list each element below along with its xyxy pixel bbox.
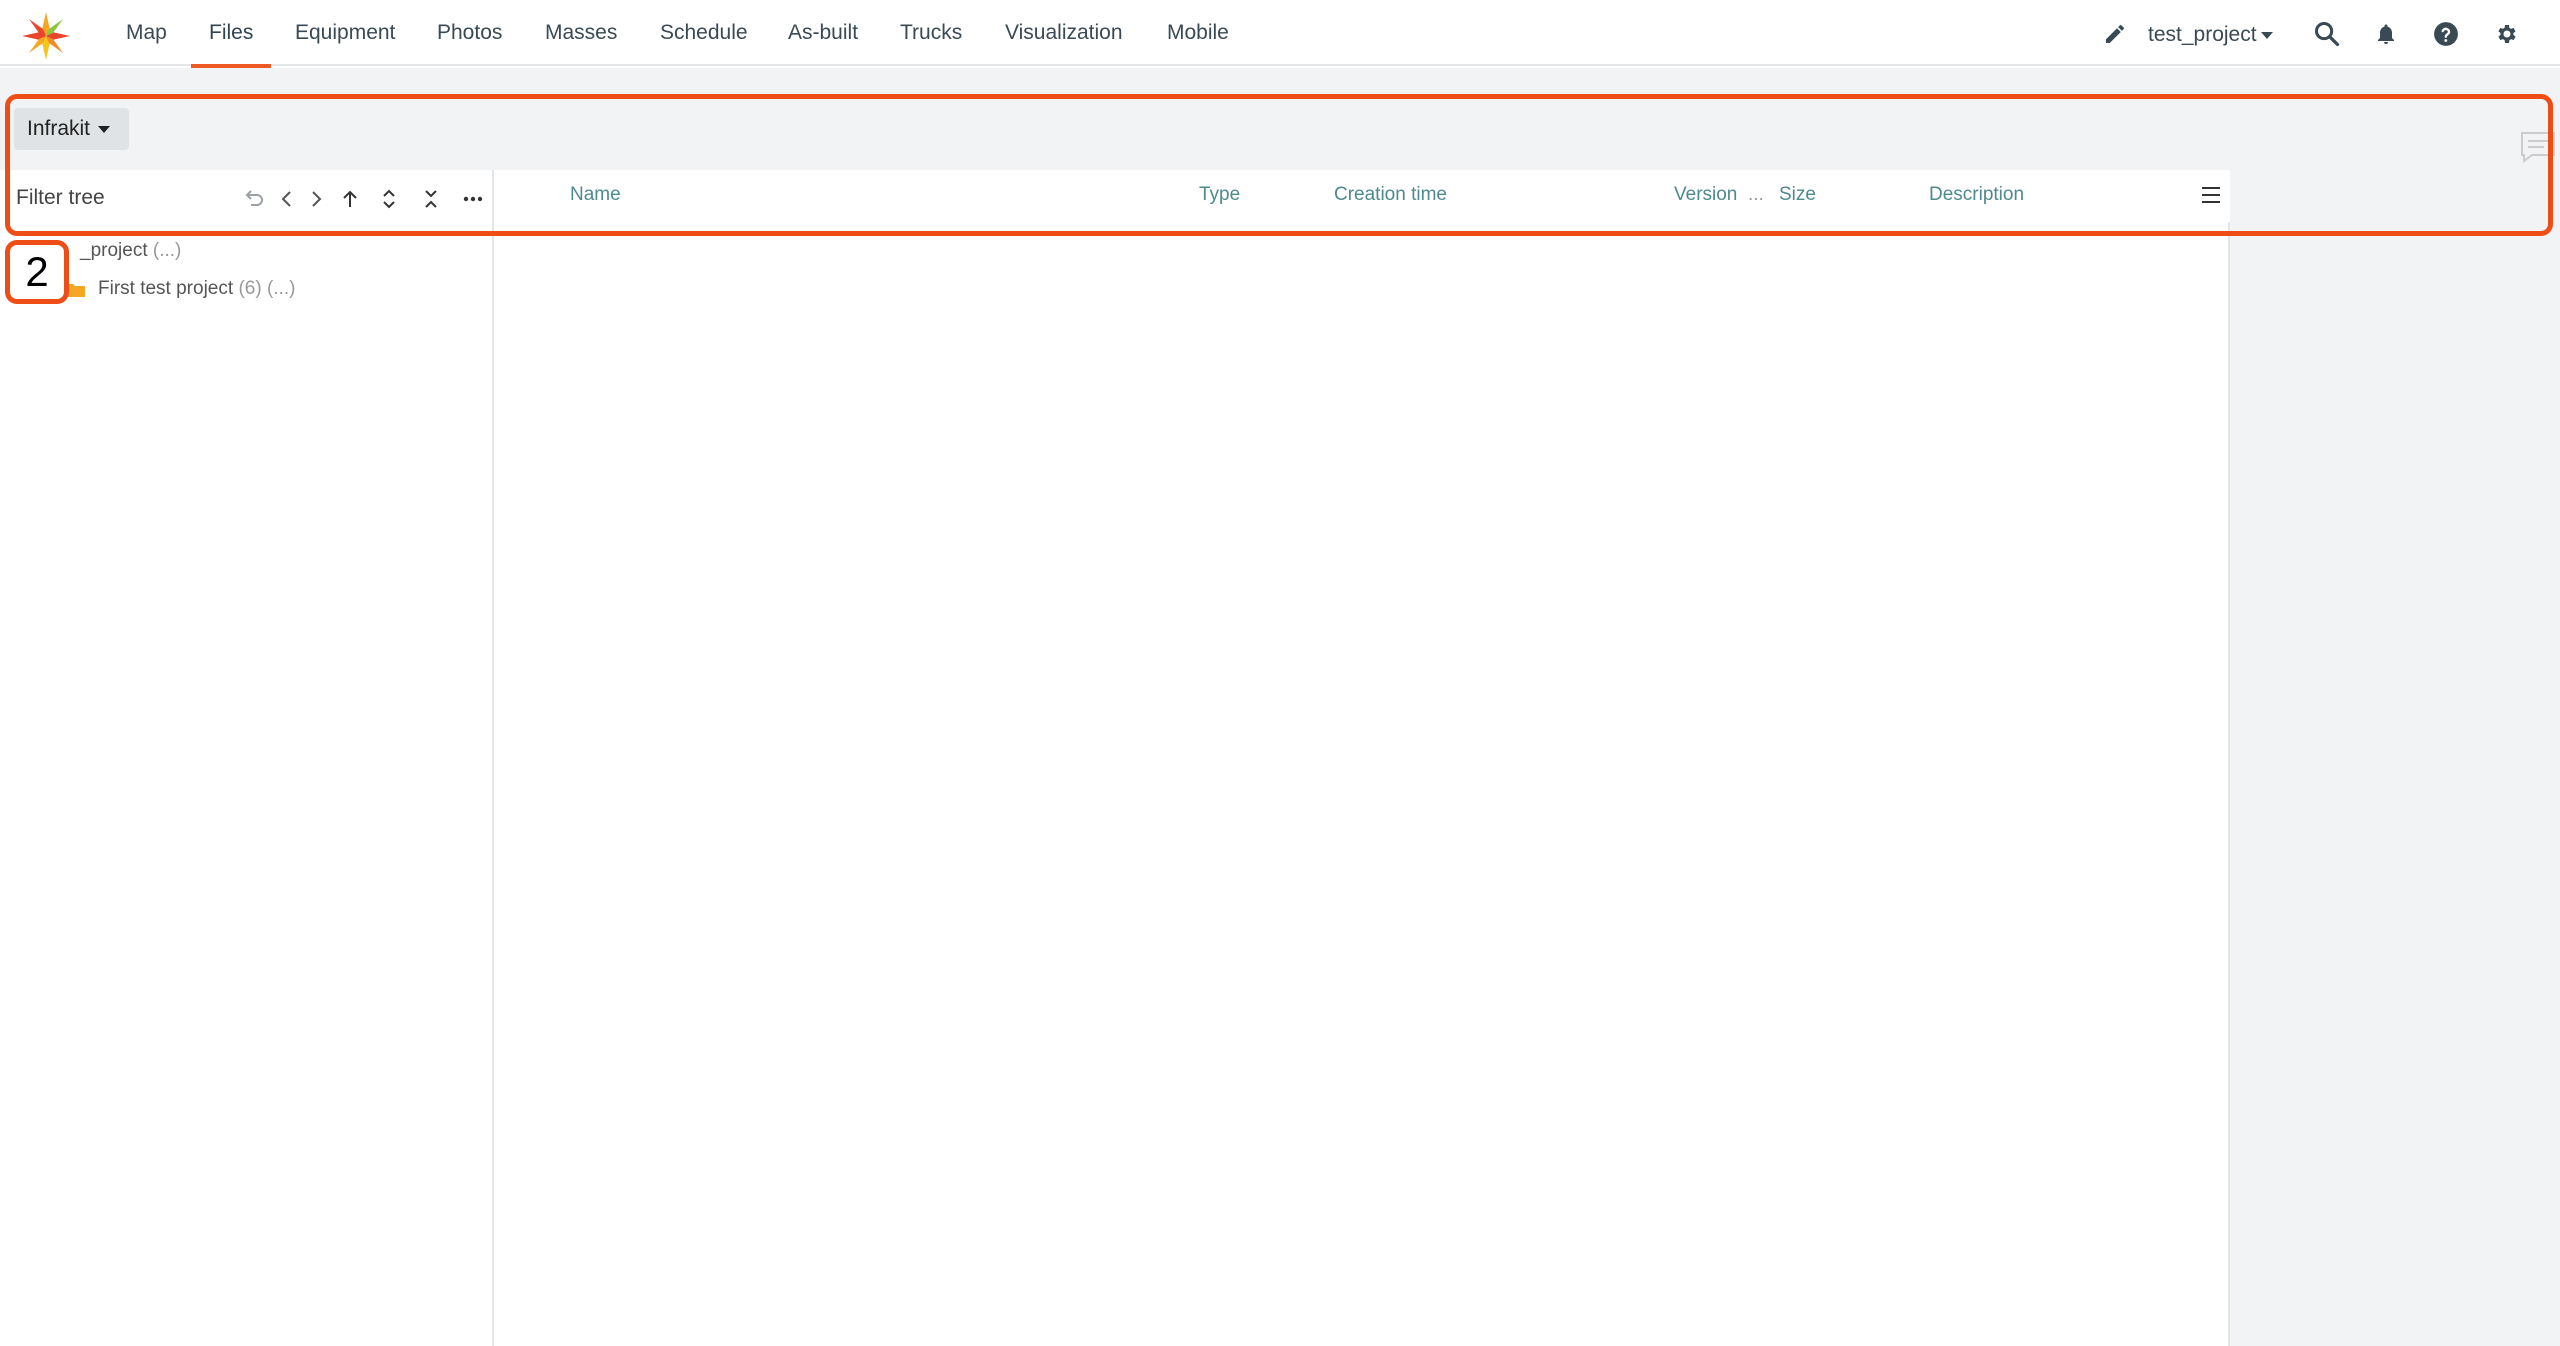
tree-node-more: (...) (152, 240, 182, 261)
details-panel (2230, 170, 2560, 1346)
column-version[interactable]: Version (1674, 184, 1737, 206)
column-type[interactable]: Type (1199, 184, 1240, 206)
column-menu-icon[interactable] (2200, 184, 2222, 206)
tree-node-root[interactable]: _project (...) (80, 240, 181, 262)
tree-node-count: (6) (238, 278, 262, 299)
up-icon[interactable] (337, 186, 363, 212)
comment-icon[interactable] (2518, 130, 2558, 164)
top-navigation: Map Files Equipment Photos Masses Schedu… (0, 0, 2560, 68)
nav-visualization[interactable]: Visualization (1005, 0, 1123, 66)
column-size[interactable]: Size (1779, 184, 1816, 206)
folder-icon (67, 284, 85, 297)
folder-tree-panel (0, 170, 494, 1346)
chevron-down-icon (2260, 31, 2273, 39)
source-label: Infrakit (27, 117, 91, 140)
tree-node-label: First test project (98, 278, 234, 299)
expand-icon[interactable] (376, 186, 402, 212)
gear-icon[interactable] (2494, 22, 2518, 46)
nav-files[interactable]: Files (190, 0, 272, 68)
collapse-icon[interactable] (418, 186, 444, 212)
nav-as-built[interactable]: As-built (788, 0, 858, 66)
more-icon[interactable] (460, 186, 486, 212)
bell-icon[interactable] (2374, 22, 2398, 46)
infrakit-logo-icon[interactable] (20, 10, 72, 62)
pencil-icon[interactable] (2103, 22, 2127, 46)
file-list (494, 222, 2230, 1346)
source-dropdown[interactable]: Infrakit (14, 108, 129, 150)
back-icon[interactable] (274, 186, 300, 212)
project-selector[interactable]: test_project (2148, 0, 2273, 66)
nav-schedule[interactable]: Schedule (660, 0, 748, 66)
project-name: test_project (2148, 23, 2257, 46)
column-description[interactable]: Description (1929, 184, 2024, 206)
forward-icon[interactable] (303, 186, 329, 212)
filter-tree-input[interactable] (14, 183, 224, 213)
tree-node-label: _project (80, 240, 148, 261)
column-more[interactable]: ... (1748, 184, 1764, 206)
chevron-down-icon (98, 125, 111, 133)
annotation-step-badge: 2 (5, 240, 69, 304)
toolbar-band (0, 68, 2560, 170)
nav-equipment[interactable]: Equipment (295, 0, 395, 66)
nav-mobile[interactable]: Mobile (1167, 0, 1229, 66)
nav-map[interactable]: Map (126, 0, 167, 66)
nav-masses[interactable]: Masses (545, 0, 617, 66)
tree-node-more: (...) (266, 278, 296, 299)
tree-node-first-test-project[interactable]: First test project (6) (...) (98, 278, 295, 300)
column-creation-time[interactable]: Creation time (1334, 184, 1447, 206)
undo-icon[interactable] (240, 186, 266, 212)
column-name[interactable]: Name (570, 184, 621, 206)
help-icon[interactable] (2433, 21, 2459, 47)
nav-trucks[interactable]: Trucks (900, 0, 962, 66)
nav-photos[interactable]: Photos (437, 0, 502, 66)
search-icon[interactable] (2313, 20, 2341, 48)
